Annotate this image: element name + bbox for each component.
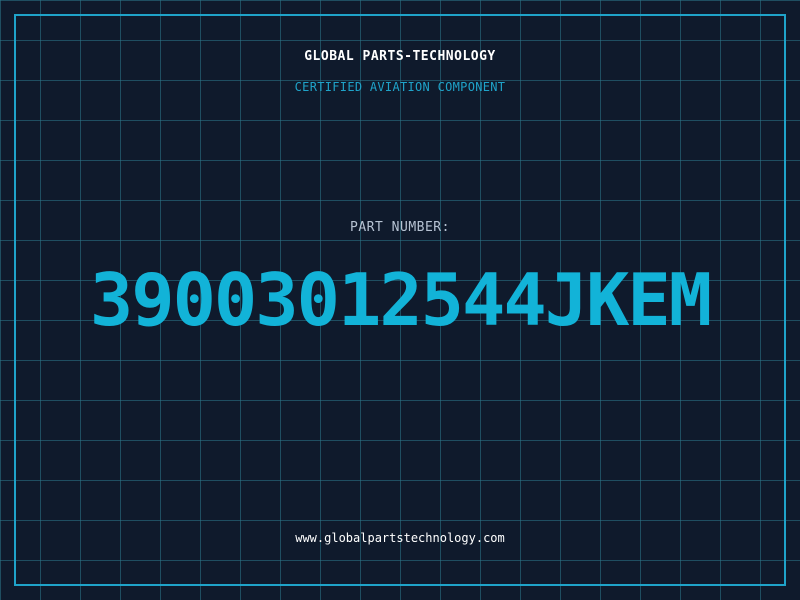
website-text: www.globalpartstechnology.com xyxy=(295,531,505,545)
part-card: GLOBAL PARTS-TECHNOLOGY CERTIFIED AVIATI… xyxy=(0,0,800,600)
company-name: GLOBAL PARTS-TECHNOLOGY xyxy=(304,49,496,64)
certification-subtitle: CERTIFIED AVIATION COMPONENT xyxy=(294,80,506,94)
part-number-value: 39003012544JKEM xyxy=(89,258,712,342)
part-number-label: PART NUMBER: xyxy=(350,220,450,235)
